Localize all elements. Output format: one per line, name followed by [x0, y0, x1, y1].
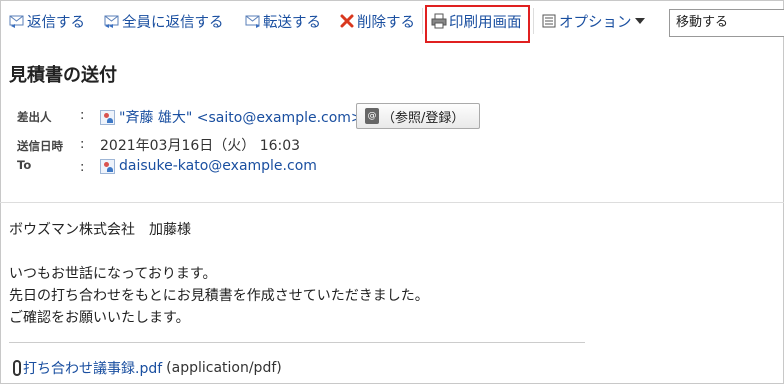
address-book-icon: @: [365, 108, 379, 124]
forward-icon: [245, 13, 261, 29]
move-to-select[interactable]: 移動する: [669, 9, 784, 37]
from-address-link[interactable]: "斉藤 雄大" <saito@example.com>: [119, 107, 363, 127]
list-icon: [541, 13, 557, 29]
to-address-link[interactable]: daisuke-kato@example.com: [119, 158, 317, 174]
body-line: いつもお世話になっております。: [9, 266, 217, 282]
reply-icon: [9, 13, 25, 29]
forward-button[interactable]: 転送する: [245, 10, 321, 32]
body-line: ご確認をお願いいたします。: [9, 310, 190, 326]
paperclip-icon: [13, 360, 21, 376]
reply-label: 返信する: [27, 14, 85, 31]
from-value: "斉藤 雄大" <saito@example.com>: [100, 107, 363, 127]
caret-down-icon: [634, 13, 645, 29]
from-colon: :: [80, 108, 85, 123]
mail-subject: 見積書の送付: [9, 65, 117, 86]
user-icon: [100, 158, 115, 174]
toolbar-divider: [422, 8, 423, 34]
delete-icon: [339, 13, 355, 29]
sent-value: 2021年03月16日（火） 16:03: [100, 138, 301, 154]
reply-all-label: 全員に返信する: [122, 14, 224, 31]
user-icon: [100, 109, 115, 125]
print-highlight-box: [425, 5, 530, 43]
sent-colon: :: [80, 137, 85, 152]
sent-label: 送信日時: [17, 139, 63, 153]
toolbar: 返信する 全員に返信する 転送する 削除する 印刷用画面 オプション 移動する: [0, 0, 784, 44]
from-label: 差出人: [17, 110, 52, 124]
to-label: To: [17, 158, 32, 172]
reply-button[interactable]: 返信する: [9, 10, 85, 32]
forward-label: 転送する: [263, 14, 321, 31]
body-line: 先日の打ち合わせをもとにお見積書を作成させていただきました。: [9, 288, 429, 304]
address-book-ref-button[interactable]: @ （参照/登録）: [356, 103, 480, 129]
delete-button[interactable]: 削除する: [339, 10, 415, 32]
options-label: オプション: [559, 14, 632, 31]
reply-all-icon: [104, 13, 120, 29]
to-value: daisuke-kato@example.com: [100, 158, 317, 174]
attachment-link[interactable]: 打ち合わせ議事録.pdf: [23, 358, 162, 378]
attachment-divider: [9, 342, 585, 343]
attachment-type: (application/pdf): [166, 360, 282, 376]
body-line: ボウズマン株式会社 加藤様: [9, 222, 191, 238]
reply-all-button[interactable]: 全員に返信する: [104, 10, 224, 32]
to-colon: :: [80, 160, 85, 175]
ref-button-label: （参照/登録）: [382, 110, 465, 126]
toolbar-divider: [533, 8, 534, 34]
options-menu-button[interactable]: オプション: [541, 10, 645, 32]
header-divider: [0, 202, 784, 203]
delete-label: 削除する: [357, 14, 415, 31]
attachment: 打ち合わせ議事録.pdf (application/pdf): [13, 358, 282, 378]
